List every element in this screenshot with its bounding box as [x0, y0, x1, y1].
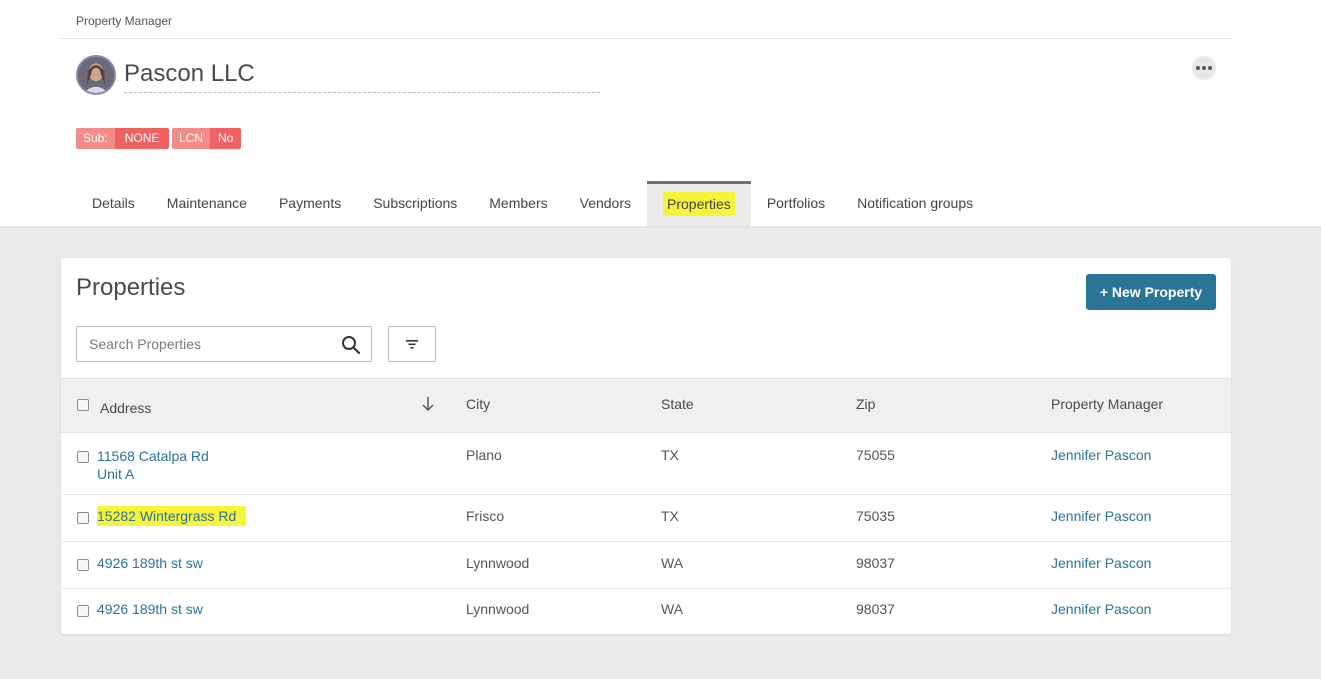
manager-link[interactable]: Jennifer Pascon: [1051, 601, 1151, 617]
more-dots-icon: [1196, 66, 1200, 70]
tab-maintenance[interactable]: Maintenance: [151, 181, 263, 226]
tab-bar: Details Maintenance Payments Subscriptio…: [76, 181, 989, 226]
row-checkbox[interactable]: [77, 559, 89, 571]
select-all-checkbox[interactable]: [77, 399, 89, 411]
table-row: 11568 Catalpa Rd Unit A Plano TX 75055 J…: [61, 434, 1231, 495]
tab-subscriptions[interactable]: Subscriptions: [357, 181, 473, 226]
manager-link[interactable]: Jennifer Pascon: [1051, 508, 1151, 524]
tab-label: Members: [489, 195, 548, 211]
tab-label: Properties: [663, 192, 735, 216]
zip-cell: 98037: [856, 555, 895, 571]
subscription-badge: Sub: NONE: [76, 128, 170, 149]
zip-cell: 98037: [856, 601, 895, 617]
table-row: 4926 189th st sw Lynnwood WA 98037 Jenni…: [61, 589, 1231, 634]
filter-button[interactable]: [388, 326, 436, 362]
state-cell: TX: [661, 508, 679, 524]
new-property-button[interactable]: + New Property: [1086, 274, 1216, 310]
city-cell: Lynnwood: [466, 555, 530, 571]
tab-label: Portfolios: [766, 195, 826, 211]
column-header-state[interactable]: State: [661, 396, 694, 412]
search-icon[interactable]: [341, 335, 361, 355]
avatar[interactable]: [76, 55, 116, 95]
table-row: 15282 Wintergrass Rd Frisco TX 75035 Jen…: [61, 495, 1231, 542]
filter-icon: [406, 339, 418, 349]
column-header-address[interactable]: Address: [100, 400, 151, 416]
tab-details[interactable]: Details: [76, 181, 151, 226]
badge-key: Sub:: [76, 128, 115, 149]
tab-portfolios[interactable]: Portfolios: [751, 181, 841, 226]
tab-label: Details: [92, 195, 135, 211]
tab-members[interactable]: Members: [473, 181, 563, 226]
tab-label: Subscriptions: [373, 195, 458, 211]
zip-cell: 75035: [856, 508, 895, 524]
address-link[interactable]: 11568 Catalpa Rd Unit A: [97, 447, 209, 483]
more-options-button[interactable]: [1192, 56, 1216, 80]
properties-card: Properties + New Property Address City S…: [61, 258, 1231, 634]
lcn-badge: LCN No: [172, 128, 242, 149]
state-cell: WA: [661, 555, 684, 571]
city-cell: Plano: [466, 447, 502, 463]
page-header: Property Manager Pascon LLC Sub: NONE LC…: [0, 0, 1321, 226]
address-link[interactable]: 15282 Wintergrass Rd: [97, 506, 247, 526]
zip-cell: 75055: [856, 447, 895, 463]
address-line1-highlighted: 15282 Wintergrass Rd: [97, 506, 247, 526]
table-header: Address City State Zip Property Manager: [61, 378, 1231, 433]
tab-notification-groups[interactable]: Notification groups: [841, 181, 989, 226]
tab-label: Vendors: [579, 195, 631, 211]
company-name[interactable]: Pascon LLC: [124, 60, 255, 92]
row-checkbox[interactable]: [77, 451, 89, 463]
more-dots-icon: [1208, 66, 1212, 70]
more-dots-icon: [1202, 66, 1206, 70]
column-header-city[interactable]: City: [466, 396, 490, 412]
search-input[interactable]: [77, 327, 327, 361]
tab-properties[interactable]: Properties: [647, 181, 751, 226]
address-line1: 11568 Catalpa Rd: [97, 448, 209, 464]
row-checkbox[interactable]: [77, 512, 89, 524]
breadcrumb[interactable]: Property Manager: [76, 14, 172, 28]
tab-label: Maintenance: [166, 195, 247, 211]
tab-label: Payments: [278, 195, 342, 211]
city-cell: Frisco: [466, 508, 505, 524]
search-box: [76, 326, 372, 362]
manager-link[interactable]: Jennifer Pascon: [1051, 447, 1151, 463]
address-line2: Unit A: [97, 466, 135, 482]
tab-label: Notification groups: [857, 195, 974, 211]
badge-key: LCN: [172, 128, 211, 149]
city-cell: Lynnwood: [466, 601, 530, 617]
address-link[interactable]: 4926 189th st sw: [97, 555, 203, 571]
column-header-zip[interactable]: Zip: [856, 396, 875, 412]
state-cell: TX: [661, 447, 679, 463]
state-cell: WA: [661, 601, 684, 617]
tab-payments[interactable]: Payments: [263, 181, 357, 226]
badge-value: No: [210, 128, 242, 149]
section-title: Properties: [76, 274, 186, 301]
badge-value: NONE: [114, 128, 170, 149]
address-link[interactable]: 4926 189th st sw: [97, 601, 203, 617]
company-name-underline: [124, 92, 600, 93]
tab-vendors[interactable]: Vendors: [564, 181, 647, 226]
table-row: 4926 189th st sw Lynnwood WA 98037 Jenni…: [61, 542, 1231, 589]
header-divider: [61, 38, 1231, 39]
row-checkbox[interactable]: [77, 605, 89, 617]
column-header-property-manager[interactable]: Property Manager: [1051, 396, 1163, 412]
manager-link[interactable]: Jennifer Pascon: [1051, 555, 1151, 571]
sort-down-icon[interactable]: [421, 396, 435, 412]
